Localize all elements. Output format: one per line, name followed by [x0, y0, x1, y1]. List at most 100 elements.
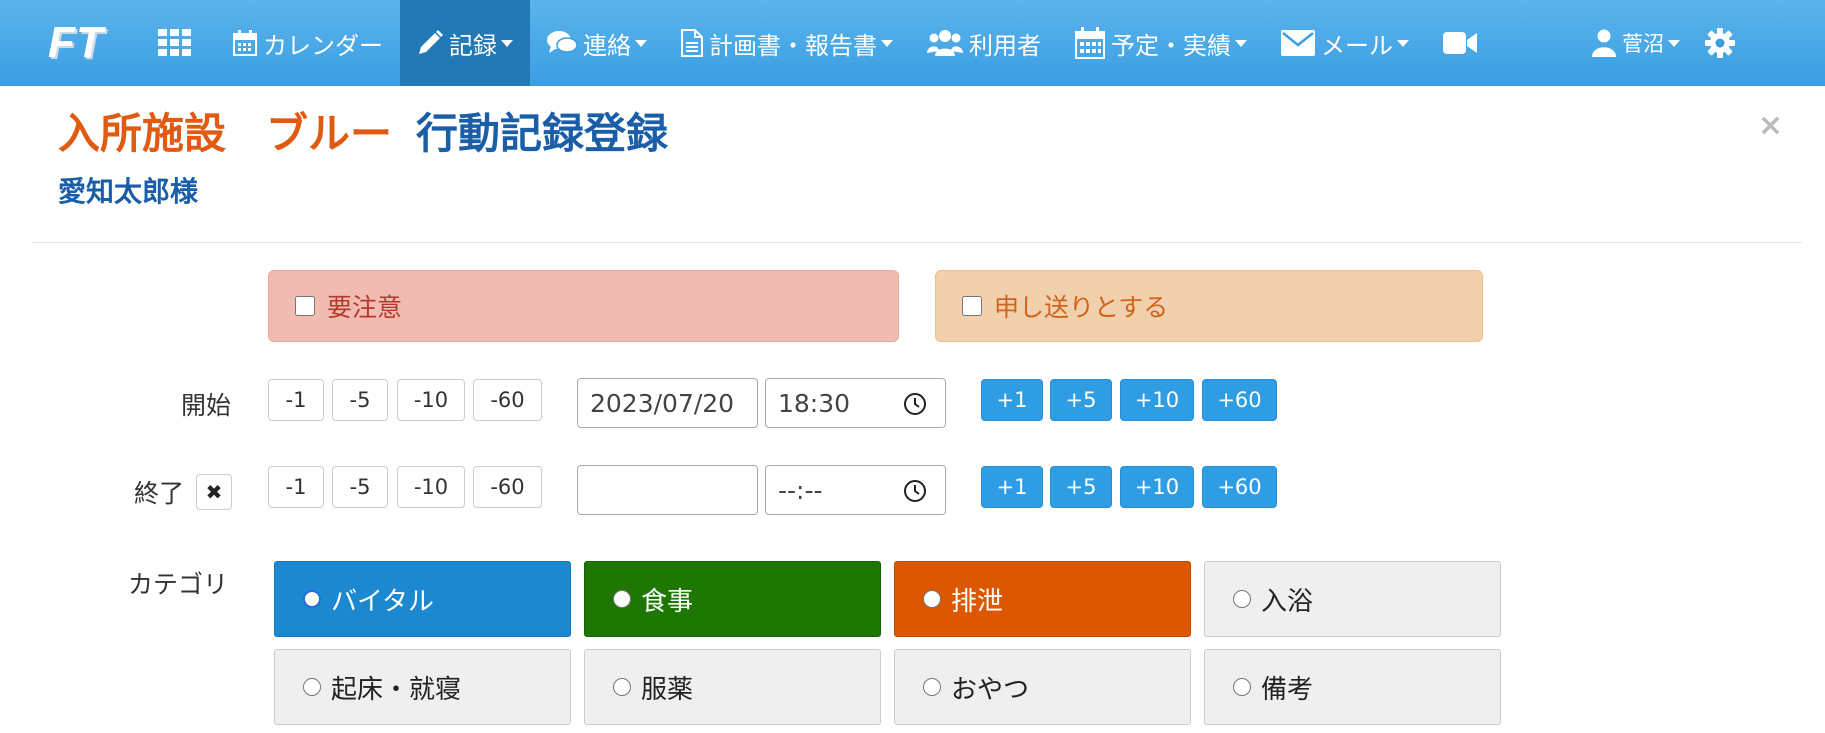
page-title: 入所施設 ブルー 行動記録登録 [58, 100, 668, 161]
radio[interactable] [1233, 678, 1251, 696]
caution-toggle[interactable]: 要注意 [268, 270, 899, 342]
grid-icon [158, 29, 191, 56]
start-plus-1-button[interactable]: +1 [981, 379, 1043, 421]
page-title-text: 行動記録登録 [416, 109, 669, 158]
nav-schedule-label: 予定・実績 [1111, 31, 1231, 60]
settings-button[interactable] [1697, 0, 1749, 86]
nav-plans-reports[interactable]: 計画書・報告書 [664, 0, 910, 86]
chevron-down-icon [635, 39, 647, 47]
end-minus-60-button[interactable]: -60 [473, 466, 542, 508]
radio[interactable] [923, 678, 941, 696]
chevron-down-icon [1235, 39, 1247, 47]
start-minus-10-button[interactable]: -10 [397, 379, 465, 421]
nav-contact-label: 連絡 [583, 31, 631, 60]
start-plus-10-button[interactable]: +10 [1120, 379, 1194, 421]
end-plus-1-button[interactable]: +1 [981, 466, 1043, 508]
nav-users[interactable]: 利用者 [910, 0, 1058, 86]
handover-toggle[interactable]: 申し送りとする [935, 270, 1483, 342]
envelope-icon [1281, 30, 1315, 56]
nav-right-group: 菅沼 [1575, 0, 1749, 86]
nav-mail-label: メール [1321, 31, 1393, 60]
start-date-value: 2023/07/20 [590, 388, 735, 418]
clear-end-button[interactable]: ✖ [196, 474, 232, 510]
category-excretion[interactable]: 排泄 [894, 561, 1191, 637]
category-medication-label: 服薬 [641, 674, 694, 705]
radio[interactable] [923, 590, 941, 608]
nav-mail[interactable]: メール [1264, 0, 1426, 86]
radio[interactable] [613, 678, 631, 696]
nav-schedule-results[interactable]: 予定・実績 [1058, 0, 1264, 86]
comments-icon [547, 31, 577, 53]
chevron-down-icon [881, 39, 893, 47]
category-notes[interactable]: 備考 [1204, 649, 1501, 725]
start-time-value: 18:30 [778, 388, 851, 418]
end-time-input[interactable]: --:-- [765, 465, 946, 515]
chevron-down-icon [1668, 39, 1680, 47]
clock-icon[interactable] [903, 392, 927, 416]
start-label: 開始 [181, 391, 232, 420]
user-name: 菅沼 [1622, 32, 1664, 56]
caution-checkbox[interactable] [295, 296, 315, 316]
nav-records-label: 記録 [449, 31, 497, 60]
user-menu[interactable]: 菅沼 [1575, 0, 1697, 86]
unit-name: ブルー [266, 109, 393, 158]
close-button[interactable]: × [1758, 108, 1783, 143]
category-wake-sleep[interactable]: 起床・就寝 [274, 649, 571, 725]
nav-video[interactable] [1426, 0, 1500, 86]
apps-grid-button[interactable] [158, 0, 216, 86]
category-meal-label: 食事 [641, 586, 694, 617]
radio[interactable] [1233, 590, 1251, 608]
gear-icon [1705, 28, 1735, 58]
radio[interactable] [303, 678, 321, 696]
header-divider [32, 242, 1802, 243]
logo-letter-f: F [48, 21, 76, 65]
nav-contact[interactable]: 連絡 [530, 0, 664, 86]
nav-users-label: 利用者 [969, 31, 1041, 60]
radio-selected[interactable] [303, 590, 321, 608]
resident-name: 愛知太郎様 [58, 175, 199, 208]
app-logo[interactable]: F F T T [48, 21, 114, 65]
category-snack[interactable]: おやつ [894, 649, 1191, 725]
end-plus-10-button[interactable]: +10 [1120, 466, 1194, 508]
category-vital[interactable]: バイタル [274, 561, 571, 637]
caution-label: 要注意 [327, 293, 403, 322]
logo-letter-t: T [76, 21, 106, 65]
radio[interactable] [613, 590, 631, 608]
end-minus-10-button[interactable]: -10 [397, 466, 465, 508]
start-plus-5-button[interactable]: +5 [1050, 379, 1112, 421]
start-time-input[interactable]: 18:30 [765, 378, 946, 428]
end-minus-5-button[interactable]: -5 [332, 466, 388, 508]
end-label: 終了 [134, 479, 185, 508]
category-vital-label: バイタル [331, 586, 434, 617]
start-minus-1-button[interactable]: -1 [268, 379, 324, 421]
user-icon [1592, 29, 1616, 57]
end-plus-5-button[interactable]: +5 [1050, 466, 1112, 508]
end-minus-1-button[interactable]: -1 [268, 466, 324, 508]
category-bath[interactable]: 入浴 [1204, 561, 1501, 637]
end-plus-60-button[interactable]: +60 [1202, 466, 1277, 508]
handover-label: 申し送りとする [994, 293, 1169, 322]
category-medication[interactable]: 服薬 [584, 649, 881, 725]
category-snack-label: おやつ [951, 674, 1030, 705]
nav-calendar[interactable]: カレンダー [216, 0, 400, 86]
clock-icon[interactable] [903, 479, 927, 503]
category-meal[interactable]: 食事 [584, 561, 881, 637]
handover-checkbox[interactable] [962, 296, 982, 316]
pencil-icon [419, 30, 443, 54]
nav-calendar-label: カレンダー [263, 31, 383, 60]
start-plus-60-button[interactable]: +60 [1202, 379, 1277, 421]
facility-name: 入所施設 [58, 109, 227, 158]
document-icon [681, 29, 703, 57]
chevron-down-icon [501, 39, 513, 47]
start-minus-60-button[interactable]: -60 [473, 379, 542, 421]
chevron-down-icon [1397, 39, 1409, 47]
category-excretion-label: 排泄 [951, 586, 1004, 617]
users-icon [927, 30, 963, 56]
start-date-input[interactable]: 2023/07/20 [577, 378, 758, 428]
end-date-input[interactable] [577, 465, 758, 515]
video-camera-icon [1443, 32, 1477, 54]
start-minus-5-button[interactable]: -5 [332, 379, 388, 421]
nav-records[interactable]: 記録 [400, 0, 530, 86]
top-navbar: F F T T カレンダー 記録 連絡 計画書・報告書 利用者 予定・実績 メー… [0, 0, 1825, 86]
calendar-icon [233, 30, 257, 56]
